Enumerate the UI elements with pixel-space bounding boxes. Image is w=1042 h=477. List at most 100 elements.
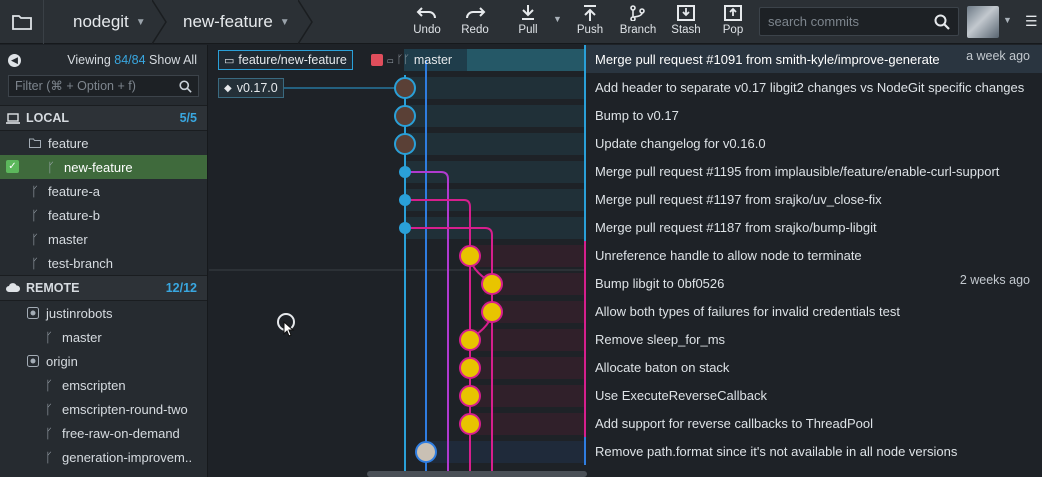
branch-icon: ᚴ [31, 231, 39, 247]
repo-name: nodegit [73, 12, 129, 31]
sidebar-item-master[interactable]: ᚴ master [0, 227, 207, 251]
folder-label: feature [48, 135, 89, 151]
undo-button[interactable]: Undo [405, 2, 449, 42]
branch-label: Branch [619, 24, 657, 36]
show-all-link[interactable]: Show All [149, 53, 197, 67]
local-title: LOCAL [26, 111, 70, 125]
folder-icon[interactable] [0, 0, 44, 44]
branch-button[interactable]: Branch [616, 2, 660, 42]
sidebar-item-feature-b[interactable]: ᚴ feature-b [0, 203, 207, 227]
branch-label: new-feature [64, 159, 133, 175]
search-input[interactable] [768, 14, 928, 29]
commit-row[interactable]: Merge pull request #1091 from smith-kyle… [584, 45, 1042, 73]
tag-label: v0.17.0 [236, 81, 278, 95]
cloud-icon [6, 283, 20, 292]
collapse-sidebar-icon[interactable]: ◀ [8, 53, 21, 67]
search-icon[interactable] [934, 14, 950, 30]
commit-message: Update changelog for v0.16.0 [595, 135, 766, 151]
commit-message: Remove sleep_for_ms [595, 331, 726, 347]
branch-label: test-branch [48, 255, 114, 271]
remote-label: origin [46, 353, 78, 369]
sidebar-remote-justinrobots[interactable]: justinrobots [0, 301, 207, 325]
commit-row[interactable]: Merge pull request #1187 from srajko/bum… [584, 213, 1042, 241]
pull-options-chevron-icon[interactable]: ▼ [553, 14, 562, 24]
branch-ref-master[interactable]: ▭ ᚴᚴ master [367, 50, 456, 70]
commit-row[interactable]: Add header to separate v0.17 libgit2 cha… [584, 73, 1042, 101]
folder-icon [28, 138, 42, 148]
commit-message: Use ExecuteReverseCallback [595, 387, 767, 403]
github-icon [26, 355, 40, 367]
sidebar-item-emscripten[interactable]: ᚴ emscripten [0, 373, 207, 397]
branch-icon [630, 5, 645, 21]
sidebar-item-remote-master[interactable]: ᚴ master [0, 325, 207, 349]
commit-row[interactable]: Use ExecuteReverseCallback [584, 381, 1042, 409]
branch-selector[interactable]: new-feature ▼ [183, 0, 290, 44]
github-icon [26, 307, 40, 319]
chevron-down-icon: ▼ [279, 16, 290, 28]
branch-icon: ᚴ [45, 449, 53, 465]
pop-label: Pop [722, 24, 744, 36]
branch-name: new-feature [183, 12, 273, 31]
commit-row[interactable]: Unreference handle to allow node to term… [584, 241, 1042, 269]
tag-ref[interactable]: ◆ v0.17.0 [218, 78, 284, 98]
sidebar-item-new-feature[interactable]: ✓ ᚴ new-feature [0, 155, 207, 179]
commit-row[interactable]: Remove sleep_for_ms [584, 325, 1042, 353]
stash-button[interactable]: Stash [664, 2, 708, 42]
sidebar-remote-origin[interactable]: origin [0, 349, 207, 373]
branch-icon: ᚴ [45, 425, 53, 441]
sidebar-folder-feature[interactable]: feature [0, 131, 207, 155]
push-button[interactable]: Push [568, 2, 612, 42]
commit-row[interactable]: Bump to v0.17 [584, 101, 1042, 129]
branch-label: feature-b [48, 207, 101, 223]
local-section-header[interactable]: LOCAL 5/5 [0, 105, 207, 131]
undo-label: Undo [413, 24, 441, 36]
avatar[interactable] [967, 6, 999, 38]
commit-message: Add support for reverse callbacks to Thr… [595, 415, 873, 431]
commit-row[interactable]: Allocate baton on stack [584, 353, 1042, 381]
filter-box [8, 75, 199, 97]
viewing-row: ◀ Viewing 84/84 Show All [0, 45, 207, 75]
viewing-count: 84/84 [114, 53, 146, 67]
pull-label: Pull [518, 24, 538, 36]
laptop-icon: ▭ ᚴᚴ [387, 54, 410, 66]
menu-icon[interactable]: ☰ [1025, 13, 1038, 30]
push-icon [584, 5, 596, 21]
sidebar-item-feature-a[interactable]: ᚴ feature-a [0, 179, 207, 203]
redo-icon [466, 7, 486, 19]
horizontal-scrollbar[interactable] [367, 471, 587, 477]
branch-icon: ᚴ [31, 207, 39, 223]
search-box [759, 7, 959, 36]
redo-button[interactable]: Redo [453, 2, 497, 42]
pull-button[interactable]: Pull [506, 2, 550, 42]
filter-input[interactable] [15, 79, 180, 93]
breadcrumb-separator [152, 0, 167, 44]
branch-label: emscripten-round-two [62, 401, 188, 417]
account-chevron-icon[interactable]: ▼ [1003, 15, 1012, 25]
branch-icon: ᚴ [31, 255, 39, 271]
sidebar-item-free-raw-on-demand[interactable]: ᚴ free-raw-on-demand [0, 421, 207, 445]
commit-list: Merge pull request #1091 from smith-kyle… [584, 45, 1042, 477]
commit-row[interactable]: Add support for reverse callbacks to Thr… [584, 409, 1042, 437]
remote-section-header[interactable]: REMOTE 12/12 [0, 275, 207, 301]
master-label: master [413, 53, 453, 67]
commit-row[interactable]: Remove path.format since it's not availa… [584, 437, 1042, 465]
sidebar-item-generation-improvements[interactable]: ᚴ generation-improvem.. [0, 445, 207, 469]
commit-message: Merge pull request #1197 from srajko/uv_… [595, 191, 882, 207]
sidebar-item-emscripten-round-two[interactable]: ᚴ emscripten-round-two [0, 397, 207, 421]
branch-icon: ᚴ [45, 329, 53, 345]
repo-selector[interactable]: nodegit ▼ [73, 0, 146, 44]
commit-row[interactable]: Merge pull request #1195 from implausibl… [584, 157, 1042, 185]
branch-ref-head[interactable]: ▭ feature/new-feature [218, 50, 353, 70]
checked-icon: ✓ [6, 160, 19, 173]
commit-row[interactable]: Merge pull request #1197 from srajko/uv_… [584, 185, 1042, 213]
pop-button[interactable]: Pop [711, 2, 755, 42]
toolbar: nodegit ▼ new-feature ▼ Undo Redo Pull ▼… [0, 0, 1042, 44]
remote-label: justinrobots [46, 305, 113, 321]
branch-label: generation-improvem.. [62, 449, 193, 465]
commit-row[interactable]: Allow both types of failures for invalid… [584, 297, 1042, 325]
commit-row[interactable]: Update changelog for v0.16.0 [584, 129, 1042, 157]
undo-icon [416, 7, 436, 19]
commit-row[interactable]: Bump libgit to 0bf0526 2 weeks ago [584, 269, 1042, 297]
laptop-icon: ▭ [224, 54, 235, 67]
sidebar-item-test-branch[interactable]: ᚴ test-branch [0, 251, 207, 275]
